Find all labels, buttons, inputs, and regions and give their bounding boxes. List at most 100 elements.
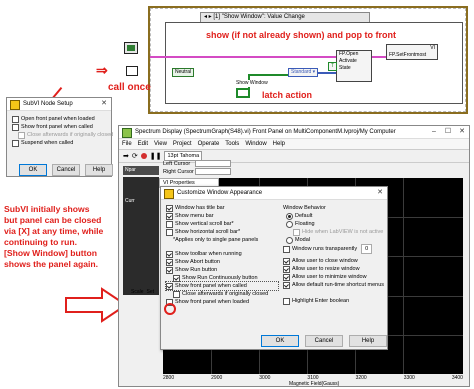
close-icon[interactable]: ✕: [455, 126, 469, 138]
opt-shortcut-menus[interactable]: Allow default run-time shortcut menus: [283, 281, 385, 289]
help-button[interactable]: Help: [85, 164, 113, 176]
close-icon[interactable]: ✕: [373, 187, 387, 199]
run-icon[interactable]: ➡: [123, 152, 129, 160]
opt-transparent[interactable]: Window runs transparently 0: [283, 244, 385, 254]
checkbox[interactable]: [166, 258, 173, 266]
standard-enum-constant[interactable]: Standard ▾: [288, 68, 319, 77]
behavior-title: Window Behavior: [283, 205, 326, 211]
menu-window[interactable]: Window: [242, 139, 269, 149]
close-icon[interactable]: ✕: [97, 98, 111, 110]
x-tick: 2900: [211, 375, 223, 381]
menu-tools[interactable]: Tools: [222, 139, 242, 149]
option-label: Show front panel when called: [175, 283, 247, 289]
checkbox[interactable]: [166, 266, 173, 274]
x-axis-label: Magnetic Field(Gauss): [289, 381, 340, 387]
checkbox[interactable]: [173, 290, 180, 298]
npar-field[interactable]: Npar: [123, 166, 159, 175]
menu-edit[interactable]: Edit: [135, 139, 151, 149]
opt-menu-bar[interactable]: Show menu bar: [166, 212, 278, 220]
radio[interactable]: [286, 212, 293, 220]
subvi-option-show-fp[interactable]: Show front panel when called: [12, 123, 107, 131]
checkbox[interactable]: [166, 282, 173, 290]
x-tick: 2800: [163, 375, 175, 381]
neutral-constant: Neutral: [172, 68, 195, 77]
radio[interactable]: [286, 236, 293, 244]
property-node-fp-open[interactable]: FP.Open Activate State: [336, 50, 372, 82]
opt-allow-minimize[interactable]: Allow user to minimize window: [283, 273, 385, 281]
checkbox[interactable]: [166, 250, 173, 258]
checkbox[interactable]: [166, 220, 173, 228]
left-panel-dark: [123, 177, 159, 295]
opt-show-fp-called[interactable]: Show front panel when called: [165, 281, 279, 291]
wire-enum: [318, 72, 336, 74]
property-node-fp-setfrontmost[interactable]: VI FP.SetFrontmost: [386, 44, 438, 60]
vi-icon: [122, 128, 132, 138]
opt-show-fp-loaded[interactable]: Show front panel when loaded: [166, 298, 278, 306]
behavior-default[interactable]: Default: [283, 212, 385, 220]
checkbox[interactable]: [173, 274, 180, 282]
radio[interactable]: [286, 220, 293, 228]
option-label: Floating: [295, 221, 315, 227]
ok-button[interactable]: OK: [261, 335, 299, 347]
opt-title-bar[interactable]: Window has title bar: [166, 204, 278, 212]
opt-hscroll[interactable]: Show horizontal scroll bar*: [166, 228, 278, 236]
checkbox[interactable]: [166, 228, 173, 236]
checkbox[interactable]: [18, 131, 25, 139]
help-button[interactable]: Help: [349, 335, 387, 347]
highlight-circle: [164, 303, 176, 315]
behavior-floating[interactable]: Floating: [283, 220, 385, 228]
run-continuously-icon[interactable]: ⟳: [132, 152, 138, 160]
case-selector-arrows[interactable]: ◂ ▸: [204, 14, 213, 20]
opt-allow-close[interactable]: Allow user to close window: [283, 257, 385, 265]
show-window-terminal[interactable]: [236, 88, 250, 98]
menu-operate[interactable]: Operate: [195, 139, 223, 149]
pause-icon[interactable]: ❚❚: [150, 152, 162, 160]
option-label: Allow default run-time shortcut menus: [292, 282, 385, 288]
checkbox[interactable]: [283, 281, 290, 289]
cancel-button[interactable]: Cancel: [52, 164, 80, 176]
menu-project[interactable]: Project: [170, 139, 195, 149]
maximize-icon[interactable]: ☐: [441, 126, 455, 138]
opt-run[interactable]: Show Run button: [166, 266, 278, 274]
checkbox[interactable]: [283, 257, 290, 265]
behavior-modal[interactable]: Modal: [283, 236, 385, 244]
subvi-option-open-fp[interactable]: Open front panel when loaded: [12, 115, 107, 123]
menu-file[interactable]: File: [119, 139, 135, 149]
checkbox[interactable]: [293, 228, 300, 236]
menu-help[interactable]: Help: [270, 139, 288, 149]
cancel-button[interactable]: Cancel: [305, 335, 343, 347]
abort-icon[interactable]: [140, 153, 147, 159]
checkbox[interactable]: [283, 245, 290, 253]
left-cursor-field[interactable]: [195, 160, 231, 167]
option-label: Default: [295, 213, 313, 219]
checkbox[interactable]: [12, 139, 19, 147]
checkbox[interactable]: [12, 123, 19, 131]
checkbox[interactable]: [166, 212, 173, 220]
opt-toolbar[interactable]: Show toolbar when running: [166, 250, 278, 258]
opt-close-afterwards[interactable]: Close afterwards if originally closed: [166, 290, 278, 298]
explanation-note: SubVI initially shows but panel can be c…: [4, 204, 122, 270]
spectrum-left-panel: Npar: [123, 166, 159, 295]
checkbox[interactable]: [283, 273, 290, 281]
subvi-option-close-afterwards[interactable]: Close afterwards if originally closed: [12, 131, 113, 139]
opt-run-continuously[interactable]: Show Run Continuously button: [166, 274, 278, 282]
annotation-call-once: call once: [108, 82, 151, 93]
subvi-options: Open front panel when loaded Show front …: [7, 111, 113, 147]
subvi-option-suspend[interactable]: Suspend when called: [12, 139, 107, 147]
opt-abort[interactable]: Show Abort button: [166, 258, 278, 266]
checkbox[interactable]: [12, 115, 19, 123]
minimize-icon[interactable]: –: [427, 126, 441, 138]
opt-vscroll[interactable]: Show vertical scroll bar*: [166, 220, 278, 228]
checkbox[interactable]: [166, 204, 173, 212]
transparency-field[interactable]: 0: [361, 244, 373, 254]
right-cursor-field[interactable]: [195, 168, 231, 175]
checkbox[interactable]: [283, 297, 290, 305]
cursor-labels: Left Cursor Right Cursor: [163, 160, 194, 176]
checkbox[interactable]: [283, 265, 290, 273]
behavior-hide[interactable]: Hide when LabVIEW is not active: [283, 228, 385, 236]
opt-allow-resize[interactable]: Allow user to resize window: [283, 265, 385, 273]
opt-highlight-enter[interactable]: Highlight Enter boolean: [283, 297, 385, 305]
ok-button[interactable]: OK: [19, 164, 47, 176]
menu-view[interactable]: View: [151, 139, 170, 149]
option-label: Show Run Continuously button: [182, 275, 258, 281]
